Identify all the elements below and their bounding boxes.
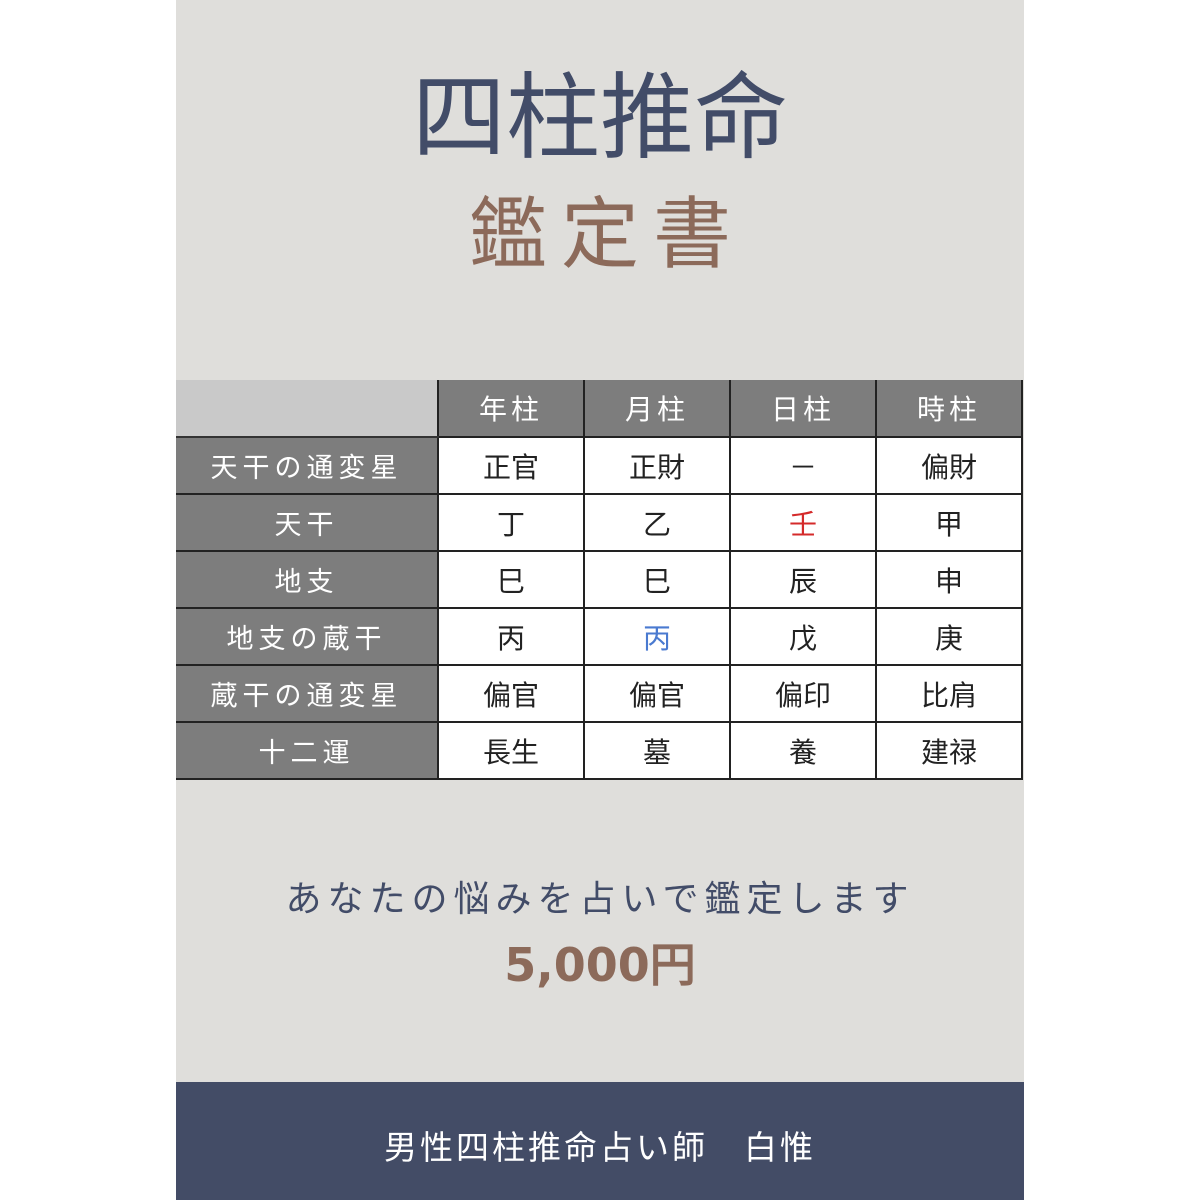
table-cell: 長生 (437, 721, 585, 780)
table-cell: 偏官 (583, 664, 731, 723)
row-label: 地支の蔵干 (176, 608, 438, 666)
table-cell: 正官 (437, 436, 585, 495)
footer-band: 男性四柱推命占い師 白惟 (176, 1082, 1024, 1200)
column-header-hour: 時柱 (875, 380, 1023, 438)
table-header-row: 年柱 月柱 日柱 時柱 (176, 380, 1023, 438)
row-label: 地支 (176, 551, 438, 609)
table-row-hidden-stems: 地支の蔵干 丙 丙 戊 庚 (176, 607, 1023, 666)
table-corner (176, 380, 438, 438)
table-cell: 偏官 (437, 664, 585, 723)
table-row-heavenly-stem: 天干 丁 乙 壬 甲 (176, 493, 1023, 552)
row-label: 蔵干の通変星 (176, 665, 438, 723)
row-label: 天干の通変星 (176, 437, 438, 495)
table-cell: 丁 (437, 493, 585, 552)
author-credit: 男性四柱推命占い師 白惟 (384, 1128, 816, 1167)
table-cell: 巳 (583, 550, 731, 609)
table-cell: 甲 (875, 493, 1023, 552)
table-cell: 墓 (583, 721, 731, 780)
table-cell: 比肩 (875, 664, 1023, 723)
table-cell: 丙 (437, 607, 585, 666)
table-cell: 偏印 (729, 664, 877, 723)
page-title: 四柱推命 (411, 64, 788, 173)
four-pillars-table: 年柱 月柱 日柱 時柱 天干の通変星 正官 正財 － 偏財 天干 丁 乙 壬 甲 (176, 380, 1023, 780)
table-row-hidden-stem-stars: 蔵干の通変星 偏官 偏官 偏印 比肩 (176, 664, 1023, 723)
table-row-heavenly-stem-stars: 天干の通変星 正官 正財 － 偏財 (176, 436, 1023, 495)
table-cell: 巳 (437, 550, 585, 609)
table-cell: － (729, 436, 877, 495)
column-header-year: 年柱 (437, 380, 584, 438)
price-label: 5,000円 (504, 938, 696, 992)
table-cell: 戊 (729, 607, 877, 666)
table-row-twelve-stages: 十二運 長生 墓 養 建禄 (176, 721, 1023, 780)
table-cell: 正財 (583, 436, 731, 495)
appraisal-page: 四柱推命 鑑定書 年柱 月柱 日柱 時柱 天干の通変星 正官 正財 － 偏財 天… (176, 0, 1024, 1200)
service-tagline: あなたの悩みを占いで鑑定します (285, 879, 915, 920)
page-subtitle: 鑑定書 (468, 190, 745, 280)
table-cell: 偏財 (875, 436, 1023, 495)
table-cell: 建禄 (875, 721, 1023, 780)
table-cell: 乙 (583, 493, 731, 552)
table-row-earthly-branch: 地支 巳 巳 辰 申 (176, 550, 1023, 609)
column-header-day: 日柱 (729, 380, 876, 438)
table-cell: 庚 (875, 607, 1023, 666)
table-cell: 養 (729, 721, 877, 780)
column-header-month: 月柱 (583, 380, 730, 438)
row-label: 十二運 (176, 722, 438, 780)
highlighted-hidden-stem-cell: 丙 (583, 607, 731, 666)
table-cell: 辰 (729, 550, 877, 609)
table-cell: 申 (875, 550, 1023, 609)
day-master-cell: 壬 (729, 493, 877, 552)
row-label: 天干 (176, 494, 438, 552)
